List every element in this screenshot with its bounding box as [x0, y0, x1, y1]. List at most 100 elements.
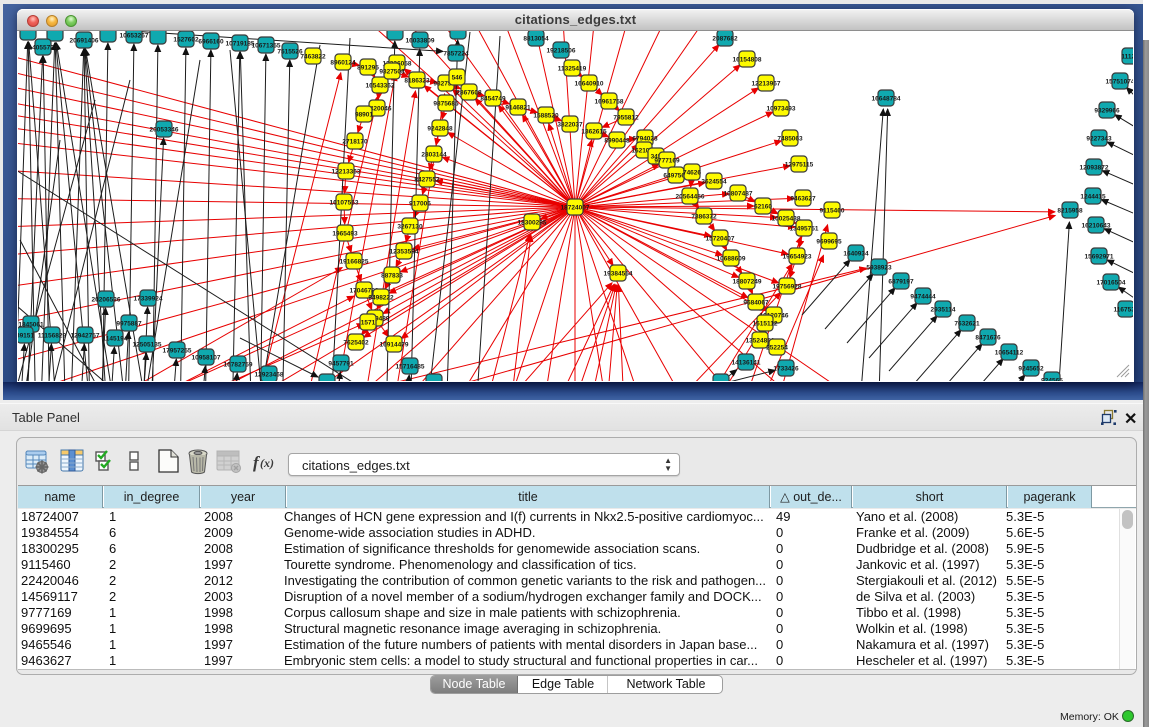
svg-text:10958107: 10958107 [192, 355, 221, 362]
svg-text:7625402: 7625402 [343, 340, 369, 347]
svg-text:39151: 39151 [18, 333, 34, 340]
svg-text:3624554: 3624554 [701, 179, 727, 186]
svg-text:10973493: 10973493 [767, 106, 796, 113]
svg-text:7857224: 7857224 [443, 51, 469, 58]
svg-text:17339924: 17339924 [134, 296, 163, 303]
svg-text:11156829: 11156829 [38, 333, 67, 340]
svg-text:8215958: 8215958 [1057, 208, 1083, 215]
svg-text:8427552: 8427552 [414, 177, 440, 184]
svg-text:19384554: 19384554 [604, 271, 633, 278]
svg-text:9245652: 9245652 [1018, 366, 1044, 373]
svg-text:12213363: 12213363 [332, 169, 361, 176]
svg-text:924565: 924565 [1041, 378, 1063, 382]
svg-text:20053346: 20053346 [150, 127, 179, 134]
svg-text:12213967: 12213967 [752, 81, 781, 88]
svg-text:11120: 11120 [1121, 54, 1133, 61]
svg-text:9474444: 9474444 [910, 294, 936, 301]
svg-text:12942757: 12942757 [71, 333, 100, 340]
svg-text:20564456: 20564456 [676, 194, 705, 201]
svg-text:1244415: 1244415 [1080, 194, 1106, 201]
svg-text:16782759: 16782759 [224, 362, 253, 369]
svg-text:16543362: 16543362 [366, 83, 395, 90]
svg-text:17957255: 17957255 [163, 348, 192, 355]
svg-text:7485063: 7485063 [777, 136, 803, 143]
svg-text:2803144: 2803144 [421, 152, 447, 159]
svg-text:1571: 1571 [361, 320, 376, 327]
svg-text:6966160: 6966160 [198, 39, 224, 46]
svg-text:16961758: 16961758 [595, 99, 624, 106]
svg-text:5938923: 5938923 [866, 265, 892, 272]
svg-text:16210643: 16210643 [1082, 223, 1111, 230]
svg-text:18724007: 18724007 [561, 205, 590, 212]
svg-text:17016504: 17016504 [1097, 280, 1126, 287]
svg-text:15720407: 15720407 [706, 236, 735, 243]
svg-text:2867608: 2867608 [456, 90, 482, 97]
svg-text:7632621: 7632621 [954, 321, 980, 328]
svg-text:19654923: 19654923 [783, 254, 812, 261]
svg-text:1640934: 1640934 [843, 251, 869, 258]
svg-text:9457791: 9457791 [328, 361, 354, 368]
svg-text:1362615: 1362615 [581, 129, 607, 136]
svg-text:1145194: 1145194 [103, 336, 128, 343]
svg-text:2718170: 2718170 [342, 139, 368, 146]
svg-text:9115460: 9115460 [820, 208, 845, 215]
svg-text:252254: 252254 [766, 345, 788, 352]
svg-text:9498222: 9498222 [368, 295, 394, 302]
svg-text:9777169: 9777169 [654, 158, 680, 165]
svg-text:9146821: 9146821 [505, 105, 531, 112]
svg-text:12975115: 12975115 [785, 162, 814, 169]
svg-text:8471676: 8471676 [975, 335, 1001, 342]
svg-text:9684067: 9684067 [743, 300, 769, 307]
svg-text:14136141: 14136141 [732, 360, 761, 367]
svg-text:1965493: 1965493 [332, 231, 358, 238]
svg-text:16648784: 16648784 [872, 96, 901, 103]
svg-text:9875685: 9875685 [433, 101, 459, 108]
svg-text:3267130: 3267130 [397, 224, 423, 231]
svg-text:7463822: 7463822 [300, 54, 326, 61]
svg-text:3822037: 3822037 [557, 122, 583, 129]
svg-text:7386372: 7386372 [691, 214, 717, 221]
svg-text:15716485: 15716485 [396, 364, 425, 371]
svg-text:16640910: 16640910 [575, 81, 604, 88]
svg-text:8454749: 8454749 [480, 96, 506, 103]
svg-text:9463627: 9463627 [790, 196, 816, 203]
svg-text:546: 546 [452, 75, 463, 82]
svg-text:19218506: 19218506 [547, 48, 576, 55]
svg-text:7515526: 7515526 [277, 49, 303, 56]
svg-text:8990448: 8990448 [604, 138, 630, 145]
svg-text:9329966: 9329966 [1094, 108, 1120, 115]
svg-text:9327503: 9327503 [379, 69, 405, 76]
svg-text:11325419: 11325419 [558, 66, 587, 73]
svg-text:16914479: 16914479 [380, 342, 409, 349]
svg-text:7955812: 7955812 [613, 115, 639, 122]
svg-text:1588520: 1588520 [533, 113, 559, 120]
svg-text:19756928: 19756928 [773, 284, 802, 291]
svg-text:19166825: 19166825 [340, 259, 369, 266]
svg-text:18300295: 18300295 [518, 220, 547, 227]
svg-text:16033809: 16033809 [406, 38, 435, 45]
svg-text:74626: 74626 [683, 170, 701, 177]
svg-text:8186323: 8186323 [404, 78, 430, 85]
svg-text:9227343: 9227343 [1086, 136, 1112, 143]
svg-text:16107553: 16107553 [330, 200, 359, 207]
svg-text:12093872: 12093872 [1080, 165, 1109, 172]
svg-text:18807249: 18807249 [733, 279, 762, 286]
svg-text:10688609: 10688609 [717, 256, 746, 263]
svg-text:(x): (x) [260, 456, 274, 470]
svg-text:20691406: 20691406 [70, 38, 99, 45]
svg-text:1527602: 1527602 [173, 37, 199, 44]
svg-text:917006: 917006 [409, 201, 431, 208]
svg-text:20206536: 20206536 [92, 297, 121, 304]
svg-text:1733426: 1733426 [773, 366, 799, 373]
svg-text:1615112: 1615112 [753, 321, 778, 328]
svg-text:12353594: 12353594 [390, 249, 419, 256]
svg-text:62160: 62160 [754, 204, 772, 211]
svg-text:1167534: 1167534 [1114, 307, 1133, 314]
svg-text:15751074: 15751074 [1106, 79, 1133, 86]
svg-text:887833: 887833 [381, 273, 403, 280]
svg-text:8960124: 8960124 [330, 60, 356, 67]
svg-text:14055724: 14055724 [29, 45, 58, 52]
svg-text:12923468: 12923468 [255, 372, 284, 379]
svg-text:10807487: 10807487 [724, 191, 753, 198]
svg-text:10719185: 10719185 [226, 41, 255, 48]
